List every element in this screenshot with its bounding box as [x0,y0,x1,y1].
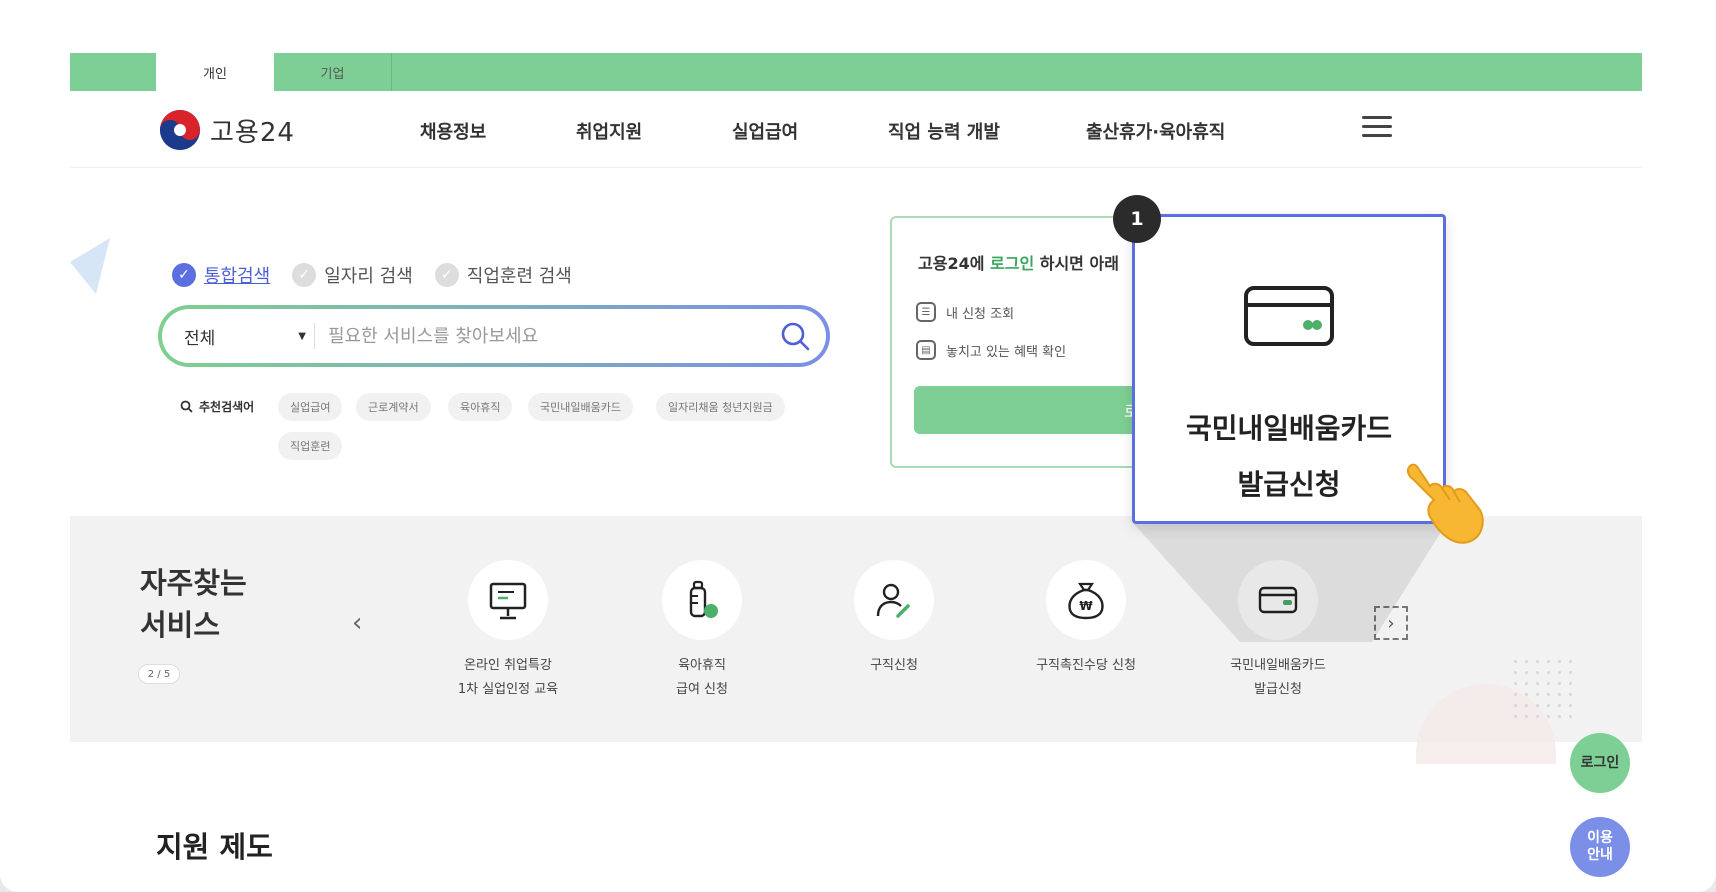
search-type-group: ✓ 통합검색 ✓ 일자리 검색 ✓ 직업훈련 검색 [172,262,572,288]
nav-job-info[interactable]: 채용정보 [420,118,486,144]
support-programs-title: 지원 제도 [156,830,273,864]
document-search-icon: ▤ [916,340,936,360]
service-item-parental-leave[interactable]: 육아휴직 급여 신청 [602,560,802,702]
user-guide-fab[interactable]: 이용 안내 [1570,817,1630,877]
keyword-chip[interactable]: 근로계약서 [356,393,431,421]
site-header: 고용24 채용정보 취업지원 실업급여 직업 능력 개발 출산휴가·육아휴직 [70,92,1642,168]
services-title: 자주찾는 서비스 [140,566,247,642]
radio-job-search[interactable]: ✓ 일자리 검색 [292,262,413,288]
callout-label: 국민내일배움카드 발급신청 [1185,412,1393,501]
search-box: 전체 ▼ [158,305,830,367]
tab-business[interactable]: 기업 [274,53,392,91]
menu-icon[interactable] [1362,116,1392,140]
nav-unemployment-benefits[interactable]: 실업급여 [732,118,798,144]
keyword-chip[interactable]: 일자리채움 청년지원금 [656,393,785,421]
search-input[interactable] [328,319,728,353]
nav-employment-support[interactable]: 취업지원 [576,118,642,144]
service-item-job-seeking-allowance[interactable]: ₩ 구직촉진수당 신청 [986,560,1186,678]
card-icon [1258,586,1298,614]
chevron-left-icon[interactable]: ‹ [352,608,362,638]
site-logo[interactable]: 고용24 [158,108,295,152]
pointing-hand-icon [1406,463,1484,544]
service-item-learning-card[interactable]: 국민내일배움카드 발급신청 [1178,560,1378,702]
services-pager: 2 / 5 [138,664,180,684]
audience-tab-bar: 개인 기업 [70,53,1642,91]
keyword-chip[interactable]: 실업급여 [278,393,343,421]
logo-text: 고용24 [210,117,295,148]
paper-plane-icon [70,238,110,294]
radio-training-search[interactable]: ✓ 직업훈련 검색 [434,262,572,288]
money-bag-icon: ₩ [1068,582,1104,620]
step-number-badge: 1 [1113,195,1161,243]
keyword-chip[interactable]: 직업훈련 [278,432,343,460]
search-icon[interactable] [778,319,812,353]
svg-text:₩: ₩ [1079,599,1093,613]
my-applications-row[interactable]: ☰ 내 신청 조회 [916,302,1014,322]
checklist-icon: ☰ [916,302,936,322]
highlight-callout[interactable]: 국민내일배움카드 발급신청 [1132,214,1446,524]
check-icon: ✓ [172,263,196,287]
login-fab[interactable]: 로그인 [1570,733,1630,793]
service-item-job-application[interactable]: 구직신청 [794,560,994,678]
baby-bottle-icon [689,580,718,618]
page: 개인 기업 고용24 채용정보 취업지원 실업급여 직업 능력 개발 출산휴가·… [0,0,1716,892]
recommended-keywords-label: 추천검색어 [180,398,254,415]
chevron-right-icon[interactable]: › [1374,606,1408,640]
decorative-dot-grid [1510,656,1574,720]
search-category-select[interactable]: 전체 ▼ [184,323,306,349]
login-panel-title: 고용24에 로그인 하시면 아래 [918,254,1119,273]
presentation-icon [489,582,527,620]
divider [314,323,315,349]
keyword-chip[interactable]: 국민내일배움카드 [528,393,633,421]
tab-personal[interactable]: 개인 [156,53,274,91]
job-seeker-icon [876,583,910,618]
check-icon: ✓ [434,263,459,287]
nav-parental-leave[interactable]: 출산휴가·육아휴직 [1086,118,1225,144]
check-icon: ✓ [292,263,317,287]
radio-integrated-search[interactable]: ✓ 통합검색 [172,262,270,288]
nav-skills-development[interactable]: 직업 능력 개발 [888,118,1000,144]
service-item-online-lecture[interactable]: 온라인 취업특강 1차 실업인정 교육 [408,560,608,702]
caret-down-icon: ▼ [298,330,306,342]
keyword-chip[interactable]: 육아휴직 [448,393,513,421]
card-icon [1244,286,1334,346]
missed-benefits-row[interactable]: ▤ 놓치고 있는 혜택 확인 [916,340,1066,360]
search-icon [180,400,193,413]
government-emblem-icon [160,110,200,150]
